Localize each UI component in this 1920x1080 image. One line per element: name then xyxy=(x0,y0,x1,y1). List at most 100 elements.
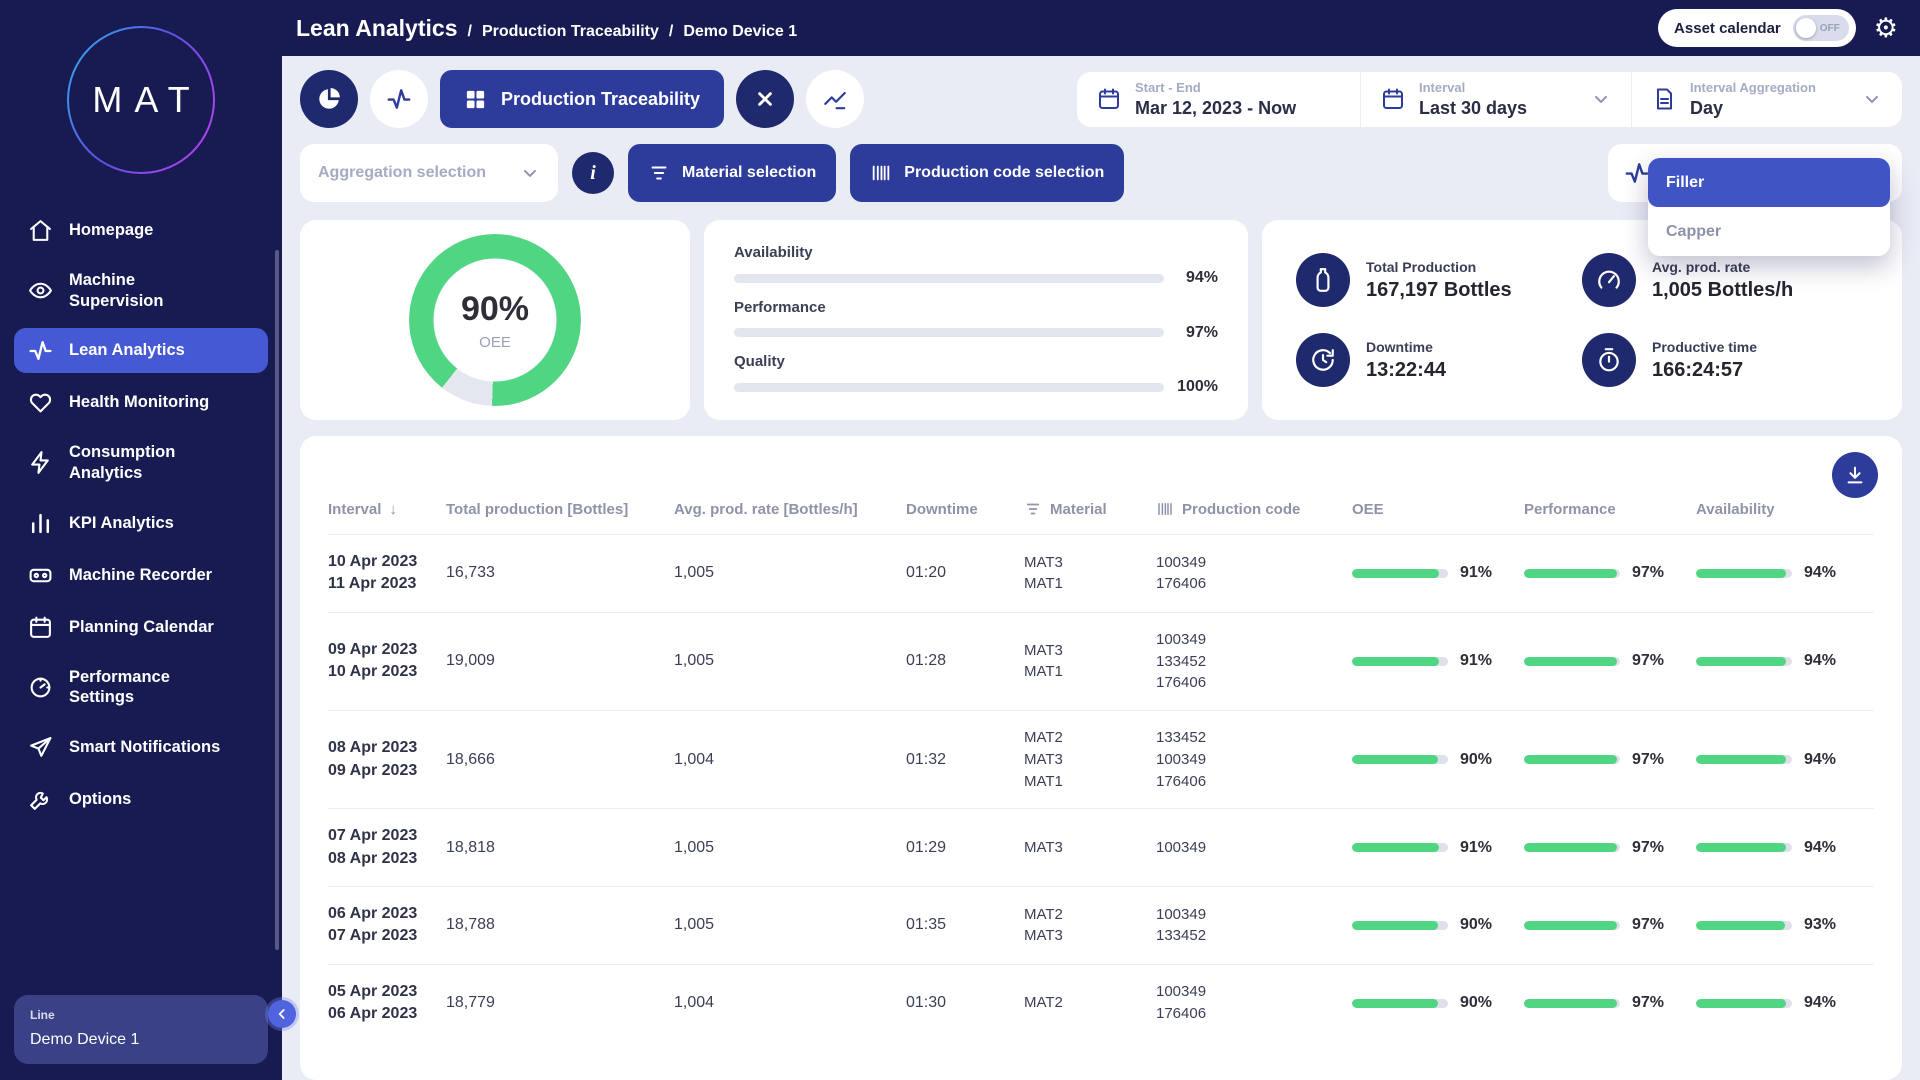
settings-gear-icon[interactable]: ⚙ xyxy=(1874,15,1898,42)
production-traceability-button[interactable]: Production Traceability xyxy=(440,70,724,128)
chevron-down-icon xyxy=(1862,89,1882,109)
interval-aggregation-value: Day xyxy=(1690,98,1840,119)
close-view-button[interactable] xyxy=(736,70,794,128)
sidebar-collapse-button[interactable] xyxy=(268,1000,296,1028)
calendar-icon xyxy=(1097,87,1121,111)
oee-gauge-card: 90% OEE xyxy=(300,220,690,420)
stat-value: 166:24:57 xyxy=(1652,359,1757,382)
app-logo: MAT xyxy=(67,26,215,174)
cell-total: 18,818 xyxy=(446,839,674,857)
activity-icon xyxy=(386,86,412,112)
wrench-icon xyxy=(28,787,53,812)
time-filter-card: Start - End Mar 12, 2023 - Now Interval … xyxy=(1077,72,1902,127)
stopwatch-icon xyxy=(1582,333,1636,387)
table-column-header[interactable]: Interval↓ xyxy=(328,501,446,518)
material-selection-button[interactable]: Material selection xyxy=(628,144,836,202)
activity-icon xyxy=(28,338,53,363)
breadcrumb-root[interactable]: Lean Analytics xyxy=(296,15,457,42)
sidebar-item-planning-calendar[interactable]: Planning Calendar xyxy=(14,605,268,650)
production-code-selection-label: Production code selection xyxy=(904,164,1104,182)
metrics-card: Availability 94% Performance 97% Quality… xyxy=(704,220,1248,420)
app-logo-text: MAT xyxy=(69,28,213,172)
interval-aggregation-picker[interactable]: Interval Aggregation Day xyxy=(1631,72,1902,127)
metrics-list: Availability 94% Performance 97% Quality… xyxy=(734,244,1218,396)
aggregation-selection-dropdown[interactable]: Aggregation selection xyxy=(300,144,558,202)
stat-label: Downtime xyxy=(1366,339,1446,355)
cell-availability: 93% xyxy=(1696,916,1852,934)
cell-downtime: 01:20 xyxy=(906,564,1024,582)
dropdown-option-filler[interactable]: Filler xyxy=(1648,158,1890,207)
cell-rate: 1,005 xyxy=(674,564,906,582)
sidebar-item-kpi-analytics[interactable]: KPI Analytics xyxy=(14,501,268,546)
dropdown-option-capper[interactable]: Capper xyxy=(1648,207,1890,256)
table-column-header[interactable]: Availability xyxy=(1696,501,1852,518)
sidebar-item-health-monitoring[interactable]: Health Monitoring xyxy=(14,380,268,425)
sidebar-item-options[interactable]: Options xyxy=(14,777,268,822)
cell-oee: 90% xyxy=(1352,994,1524,1012)
trend-view-button[interactable] xyxy=(370,70,428,128)
metric-label: Availability xyxy=(734,244,1218,261)
cell-performance: 97% xyxy=(1524,751,1696,769)
interval-picker[interactable]: Interval Last 30 days xyxy=(1360,72,1631,127)
breadcrumb-separator: / xyxy=(467,23,471,41)
sidebar-item-homepage[interactable]: Homepage xyxy=(14,208,268,253)
toggle-track[interactable]: OFF xyxy=(1793,15,1849,41)
calendar-icon xyxy=(28,615,53,640)
cell-oee: 91% xyxy=(1352,652,1524,670)
sidebar-item-performance-settings[interactable]: Performance Settings xyxy=(14,657,268,718)
metric-quality: Quality 100% xyxy=(734,353,1218,396)
sidebar: MAT Homepage Machine Supervision Lean An… xyxy=(0,0,282,1080)
cell-downtime: 01:28 xyxy=(906,652,1024,670)
production-code-selection-button[interactable]: Production code selection xyxy=(850,144,1124,202)
sidebar-item-machine-supervision[interactable]: Machine Supervision xyxy=(14,260,268,321)
metric-bar xyxy=(734,328,1164,337)
stat-item: Avg. prod. rate 1,005 Bottles/h xyxy=(1582,253,1868,307)
table-row: 06 Apr 2023 07 Apr 2023 18,788 1,005 01:… xyxy=(328,886,1874,964)
table-column-header[interactable]: Total production [Bottles] xyxy=(446,501,674,518)
table-column-header[interactable]: Performance xyxy=(1524,501,1696,518)
table-column-header[interactable]: Material xyxy=(1024,500,1156,518)
cell-oee: 91% xyxy=(1352,839,1524,857)
table-column-header[interactable]: Downtime xyxy=(906,501,1024,518)
material-selection-label: Material selection xyxy=(682,164,816,182)
sidebar-item-machine-recorder[interactable]: Machine Recorder xyxy=(14,553,268,598)
table-column-header[interactable]: OEE xyxy=(1352,501,1524,518)
barcode-icon xyxy=(1156,500,1174,518)
cell-total: 16,733 xyxy=(446,564,674,582)
cell-rate: 1,004 xyxy=(674,994,906,1012)
cell-performance: 97% xyxy=(1524,994,1696,1012)
sidebar-item-smart-notifications[interactable]: Smart Notifications xyxy=(14,725,268,770)
device-selector-card[interactable]: Line Demo Device 1 xyxy=(14,995,268,1064)
date-range-picker[interactable]: Start - End Mar 12, 2023 - Now xyxy=(1077,72,1360,127)
asset-calendar-toggle[interactable]: Asset calendar OFF xyxy=(1658,9,1856,47)
traceability-table-card: Interval↓Total production [Bottles]Avg. … xyxy=(300,436,1902,1080)
cell-material: MAT2 MAT3 xyxy=(1024,904,1156,948)
sidebar-nav: Homepage Machine Supervision Lean Analyt… xyxy=(0,208,282,822)
download-button[interactable] xyxy=(1832,452,1878,498)
cell-rate: 1,005 xyxy=(674,652,906,670)
table-column-header[interactable]: Avg. prod. rate [Bottles/h] xyxy=(674,501,906,518)
cell-downtime: 01:32 xyxy=(906,751,1024,769)
cell-production-code: 133452 100349 176406 xyxy=(1156,727,1352,792)
downtime-icon xyxy=(1296,333,1350,387)
metric-bar xyxy=(734,274,1164,283)
sidebar-item-consumption-analytics[interactable]: Consumption Analytics xyxy=(14,432,268,493)
sidebar-scrollbar[interactable] xyxy=(275,250,279,950)
eye-icon xyxy=(28,278,53,303)
interval-label: Interval xyxy=(1419,80,1569,95)
table-row: 05 Apr 2023 06 Apr 2023 18,779 1,004 01:… xyxy=(328,964,1874,1042)
close-icon xyxy=(752,86,778,112)
pie-chart-view-button[interactable] xyxy=(300,70,358,128)
info-icon: i xyxy=(590,163,596,183)
oee-gauge-ring xyxy=(409,234,581,406)
table-column-header[interactable]: Production code xyxy=(1156,500,1352,518)
sort-desc-icon: ↓ xyxy=(389,501,397,518)
cell-total: 18,666 xyxy=(446,751,674,769)
device-name: Demo Device 1 xyxy=(30,1031,252,1049)
info-button[interactable]: i xyxy=(572,152,614,194)
sidebar-item-lean-analytics[interactable]: Lean Analytics xyxy=(14,328,268,373)
performance-icon xyxy=(28,675,53,700)
metric-value: 94% xyxy=(1164,269,1218,287)
report-view-button[interactable] xyxy=(806,70,864,128)
breadcrumb-section[interactable]: Production Traceability xyxy=(482,23,659,41)
